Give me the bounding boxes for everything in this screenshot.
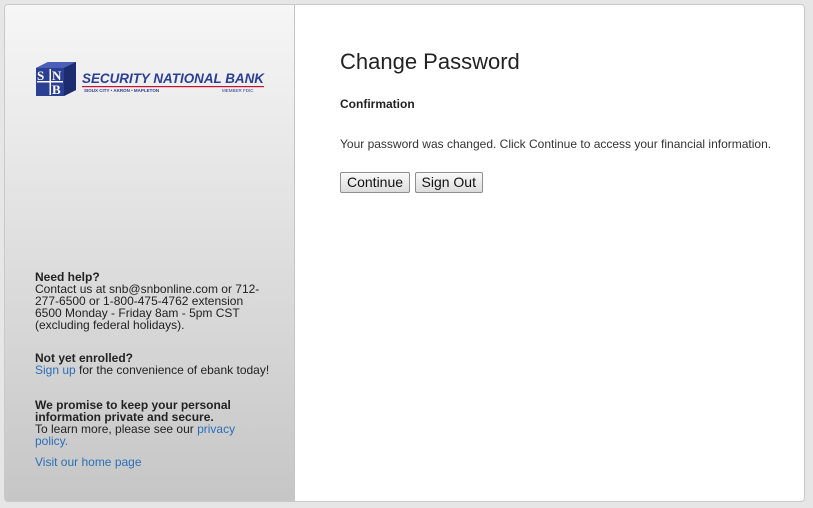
page-title: Change Password [340, 49, 520, 74]
enroll-text: for the convenience of ebank today! [75, 363, 270, 377]
privacy-section: We promise to keep your personal informa… [35, 399, 270, 447]
confirmation-message: Your password was changed. Click Continu… [340, 137, 772, 151]
bank-logo[interactable]: S N B SECURITY NATIONAL BANK SIOUX CITY … [34, 60, 266, 102]
sidebar: S N B SECURITY NATIONAL BANK SIOUX CITY … [5, 5, 295, 501]
bank-logo-graphic: S N B SECURITY NATIONAL BANK SIOUX CITY … [36, 62, 265, 97]
logo-letter-s: S [37, 68, 44, 83]
logo-letter-b: B [52, 82, 61, 97]
button-row: Continue Sign Out [340, 172, 483, 193]
main-content: Change Password Confirmation Your passwo… [340, 5, 804, 501]
home-section: Visit our home page [35, 456, 270, 468]
bank-locations: SIOUX CITY • AKRON • MAPLETON [84, 88, 159, 93]
enroll-section: Not yet enrolled? Sign up for the conven… [35, 352, 270, 376]
logo-letter-n: N [52, 68, 62, 83]
sign-out-button[interactable]: Sign Out [414, 172, 483, 193]
privacy-heading: We promise to keep your personal informa… [35, 398, 231, 424]
bank-name: SECURITY NATIONAL BANK [82, 71, 265, 86]
sign-up-link[interactable]: Sign up [35, 363, 76, 377]
help-section: Need help? Contact us at snb@snbonline.c… [35, 271, 270, 331]
member-fdic: MEMBER FDIC [222, 88, 254, 93]
confirmation-heading: Confirmation [340, 97, 415, 111]
home-page-link[interactable]: Visit our home page [35, 455, 142, 469]
page-frame: S N B SECURITY NATIONAL BANK SIOUX CITY … [4, 4, 805, 502]
help-text: Contact us at snb@snbonline.com or 712-2… [35, 282, 260, 332]
continue-button[interactable]: Continue [340, 172, 411, 193]
